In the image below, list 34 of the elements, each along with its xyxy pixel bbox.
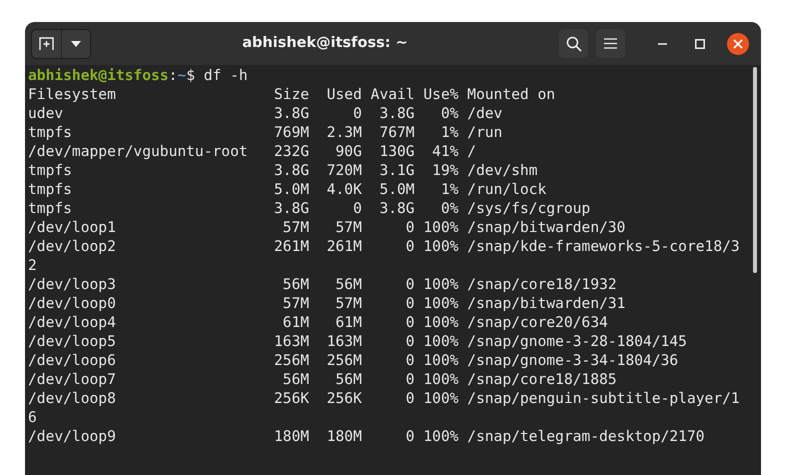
output-line: 6 xyxy=(28,408,37,427)
maximize-icon xyxy=(695,38,705,48)
output-line: /dev/loop0 57M 57M 0 100% /snap/bitwarden/31 xyxy=(28,294,626,313)
close-icon xyxy=(727,32,749,54)
output-line: /dev/loop7 56M 56M 0 100% /snap/core18/1885 xyxy=(28,370,617,389)
output-line: /dev/loop5 163M 163M 0 100% /snap/gnome-3-28-1804/145 xyxy=(28,332,687,351)
output-line: tmpfs 5.0M 4.0K 5.0M 1% /run/lock xyxy=(28,180,546,199)
search-button[interactable] xyxy=(559,29,588,58)
prompt-user: abhishek@itsfoss xyxy=(28,67,169,84)
scrollbar[interactable] xyxy=(753,67,757,273)
output-line: tmpfs 3.8G 720M 3.1G 19% /dev/shm xyxy=(28,161,538,180)
caret-icon xyxy=(71,40,81,46)
output-line: /dev/loop3 56M 56M 0 100% /snap/core18/1932 xyxy=(28,275,617,294)
output-line: /dev/loop8 256K 256K 0 100% /snap/penguin-subtitle-player/1 xyxy=(28,389,740,408)
output-line: /dev/loop9 180M 180M 0 100% /snap/telegram-desktop/2170 xyxy=(28,427,705,446)
search-icon xyxy=(566,36,582,52)
output-line: Filesystem Size Used Avail Use% Mounted on xyxy=(28,85,556,104)
menu-icon xyxy=(604,38,617,49)
command-text: $ df -h xyxy=(186,67,248,84)
prompt-separator: : xyxy=(168,67,178,84)
output-line: /dev/loop1 57M 57M 0 100% /snap/bitwarden/30 xyxy=(28,218,626,237)
output-line: tmpfs 769M 2.3M 767M 1% /run xyxy=(28,123,502,142)
minimize-icon xyxy=(658,42,666,44)
output-line: 2 xyxy=(28,256,37,275)
output-line: /dev/mapper/vgubuntu-root 232G 90G 130G 41% / xyxy=(28,142,476,161)
output-line: /dev/loop6 256M 256M 0 100% /snap/gnome-3-34-1804/36 xyxy=(28,351,678,370)
output-line: /dev/loop2 261M 261M 0 100% /snap/kde-frameworks-5-core18/3 xyxy=(28,237,740,256)
output-line: udev 3.8G 0 3.8G 0% /dev xyxy=(28,104,502,123)
menu-button[interactable] xyxy=(596,29,625,58)
new-tab-icon xyxy=(39,36,54,50)
prompt-path: ~ xyxy=(177,67,186,84)
window-title: abhishek@itsfoss: ~ xyxy=(241,34,409,53)
output-line: /dev/loop4 61M 61M 0 100% /snap/core20/634 xyxy=(28,313,608,332)
output-line: tmpfs 3.8G 0 3.8G 0% /sys/fs/cgroup xyxy=(28,199,590,218)
